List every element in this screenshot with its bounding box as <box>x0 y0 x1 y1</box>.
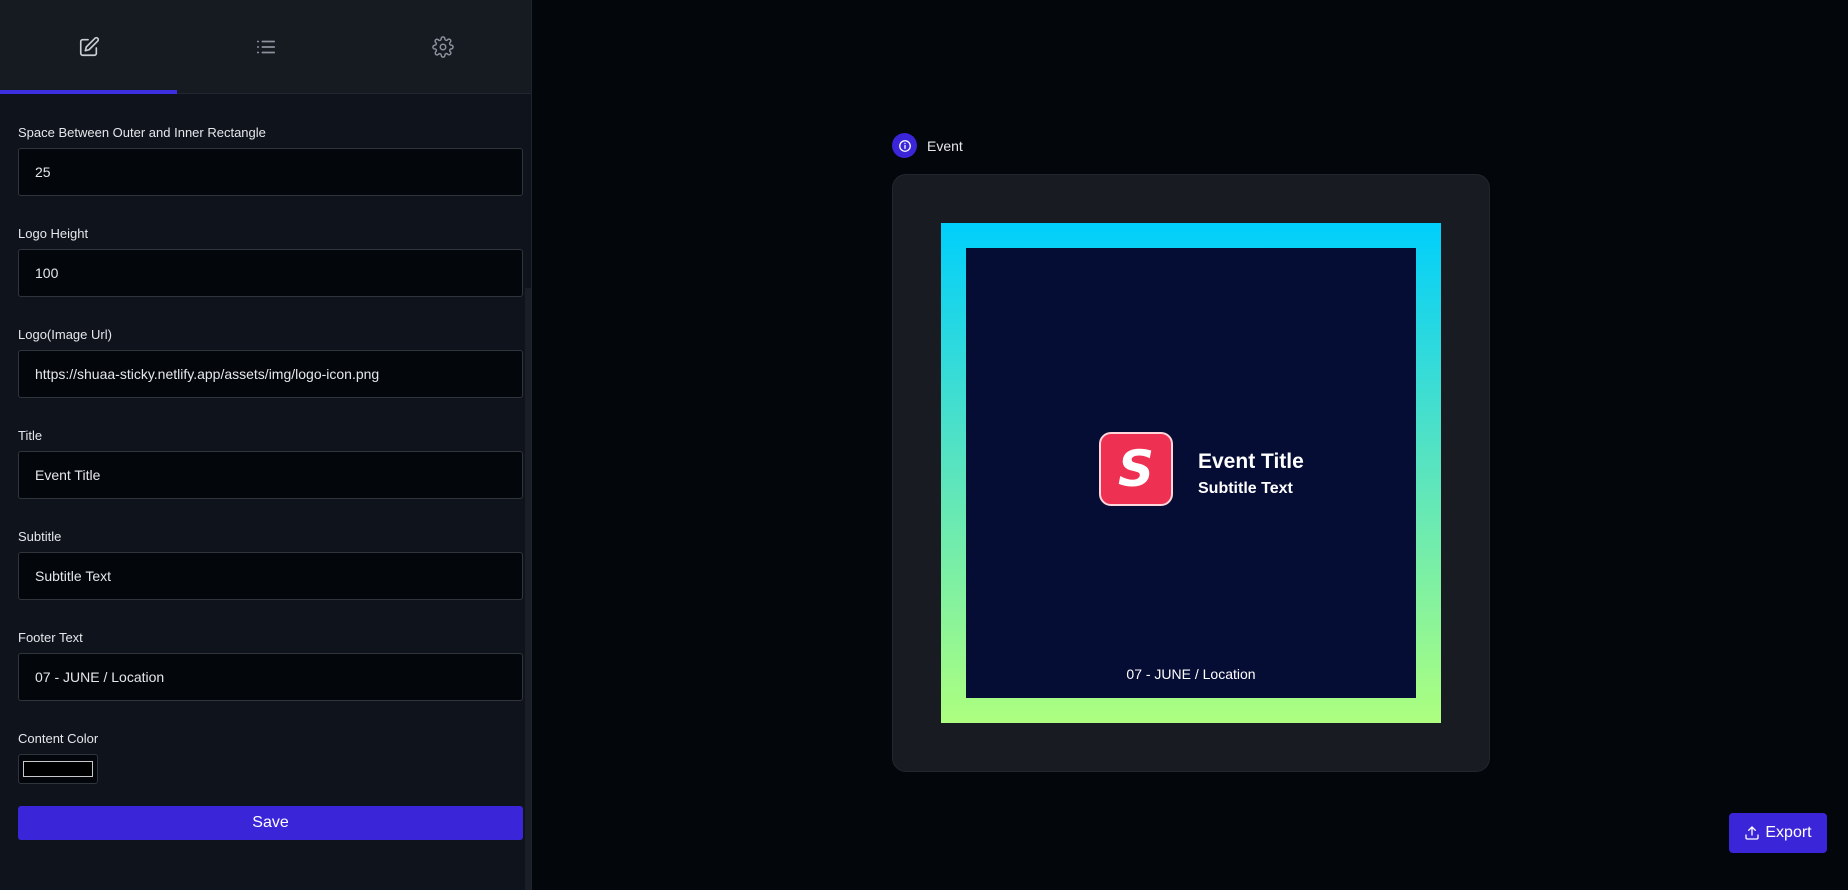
preview-title: Event Title <box>1198 450 1304 473</box>
gear-icon <box>431 35 454 58</box>
title-field: Title Event Title <box>18 428 523 499</box>
list-icon <box>256 40 275 53</box>
preview-subtitle: Subtitle Text <box>1198 480 1293 497</box>
export-button[interactable]: Export <box>1729 813 1827 853</box>
info-icon <box>892 133 917 158</box>
content-color-picker[interactable] <box>18 754 98 784</box>
subtitle-input[interactable]: Subtitle Text <box>18 552 523 600</box>
logo-url-label: Logo(Image Url) <box>18 327 112 342</box>
app-root: Space Between Outer and Inner Rectangle … <box>0 0 1848 890</box>
spacing-input[interactable]: 25 <box>18 148 523 196</box>
logo-height-input[interactable]: 100 <box>18 249 523 297</box>
inner-rectangle: S Event Title Subtitle Text 07 - JUNE / … <box>966 248 1416 698</box>
preview-canvas: S Event Title Subtitle Text 07 - JUNE / … <box>892 174 1490 772</box>
event-logo: S <box>1099 432 1173 506</box>
sidebar-scrollbar[interactable] <box>525 288 531 890</box>
preview-footer: 07 - JUNE / Location <box>1126 666 1256 682</box>
content-color-field: Content Color <box>18 732 513 784</box>
logo-letter: S <box>1117 440 1154 498</box>
content-color-label: Content Color <box>18 731 99 746</box>
tab-list[interactable] <box>177 0 354 93</box>
footer-field: Footer Text 07 - JUNE / Location <box>18 630 523 701</box>
export-label: Export <box>1765 824 1812 841</box>
subtitle-label: Subtitle <box>18 529 62 544</box>
upload-icon <box>1745 826 1760 840</box>
spacing-field: Space Between Outer and Inner Rectangle … <box>18 125 523 196</box>
subtitle-field: Subtitle Subtitle Text <box>18 529 523 600</box>
save-button[interactable]: Save <box>18 806 523 840</box>
settings-form: Space Between Outer and Inner Rectangle … <box>0 94 531 840</box>
edit-icon <box>79 36 99 56</box>
spacing-label: Space Between Outer and Inner Rectangle <box>18 125 266 140</box>
title-input[interactable]: Event Title <box>18 451 523 499</box>
sidebar-tabs <box>0 0 531 94</box>
logo-height-label: Logo Height <box>18 226 89 241</box>
title-label: Title <box>18 428 43 443</box>
event-badge: Event <box>892 133 963 158</box>
event-badge-label: Event <box>927 137 963 154</box>
logo-url-field: Logo(Image Url) https://shuaa-sticky.net… <box>18 327 523 398</box>
tab-settings[interactable] <box>354 0 531 93</box>
logo-url-input[interactable]: https://shuaa-sticky.netlify.app/assets/… <box>18 350 523 398</box>
tab-edit[interactable] <box>0 0 177 94</box>
footer-input[interactable]: 07 - JUNE / Location <box>18 653 523 701</box>
outer-rectangle: S Event Title Subtitle Text 07 - JUNE / … <box>941 223 1441 723</box>
logo-height-field: Logo Height 100 <box>18 226 523 297</box>
footer-label: Footer Text <box>18 630 83 645</box>
content-color-swatch <box>23 761 93 777</box>
sidebar: Space Between Outer and Inner Rectangle … <box>0 0 532 890</box>
